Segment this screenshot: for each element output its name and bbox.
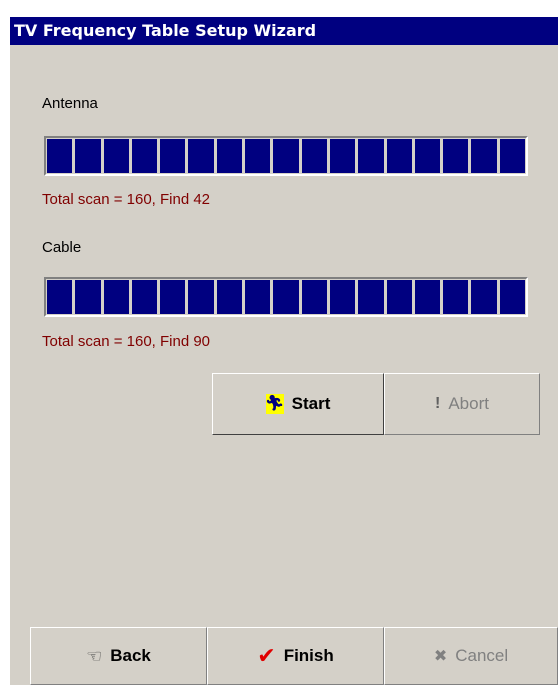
antenna-progress-track (47, 139, 526, 173)
antenna-label: Antenna (42, 95, 98, 112)
finish-button[interactable]: ✔ Finish (207, 627, 384, 685)
back-button-label: Back (110, 646, 151, 665)
title-bar[interactable]: TV Frequency Table Setup Wizard (10, 17, 558, 45)
progress-segment (188, 280, 214, 314)
cancel-button[interactable]: ✖ Cancel (384, 627, 558, 685)
progress-segment (358, 139, 384, 173)
progress-segment (414, 280, 441, 314)
progress-segment (386, 280, 412, 314)
cable-progress-bar (44, 277, 528, 317)
progress-segment (216, 280, 243, 314)
cable-scan-status: Total scan = 160, Find 90 (42, 333, 211, 350)
progress-segment (471, 280, 497, 314)
running-man-icon: 🏃︎ (265, 394, 285, 414)
abort-button-label: Abort (448, 394, 489, 413)
progress-segment (414, 139, 441, 173)
progress-segment (471, 139, 497, 173)
progress-segment (301, 280, 327, 314)
antenna-progress-bar (44, 136, 528, 176)
progress-segment (160, 280, 186, 314)
progress-segment (386, 139, 412, 173)
progress-segment (188, 139, 214, 173)
wizard-window: TV Frequency Table Setup Wizard Antenna … (10, 17, 558, 685)
progress-segment (245, 139, 271, 173)
progress-segment (47, 139, 73, 173)
progress-segment (216, 139, 243, 173)
progress-segment (103, 139, 129, 173)
progress-segment (329, 139, 356, 173)
progress-segment (47, 280, 73, 314)
back-button[interactable]: ☜ Back (30, 627, 207, 685)
progress-segment (301, 139, 327, 173)
x-icon: ✖ (433, 648, 448, 665)
progress-segment (499, 280, 526, 314)
progress-segment (245, 280, 271, 314)
cancel-button-label: Cancel (455, 646, 509, 665)
antenna-scan-status: Total scan = 160, Find 42 (42, 191, 211, 208)
abort-button[interactable]: ! Abort (384, 373, 540, 435)
progress-segment (75, 139, 101, 173)
pointing-hand-icon: ☜ (86, 645, 103, 666)
progress-segment (75, 280, 101, 314)
progress-segment (358, 280, 384, 314)
progress-segment (131, 280, 158, 314)
progress-segment (273, 280, 299, 314)
start-button[interactable]: 🏃︎ Start (212, 373, 384, 435)
progress-segment (273, 139, 299, 173)
progress-segment (131, 139, 158, 173)
checkmark-icon: ✔ (257, 643, 276, 668)
exclamation-icon: ! (435, 395, 441, 412)
progress-segment (443, 139, 469, 173)
cable-progress-track (47, 280, 526, 314)
progress-segment (443, 280, 469, 314)
progress-segment (160, 139, 186, 173)
finish-button-label: Finish (283, 646, 334, 665)
progress-segment (499, 139, 526, 173)
progress-segment (103, 280, 129, 314)
start-button-label: Start (291, 394, 331, 413)
window-title: TV Frequency Table Setup Wizard (14, 21, 317, 40)
cable-label: Cable (42, 239, 82, 256)
progress-segment (329, 280, 356, 314)
